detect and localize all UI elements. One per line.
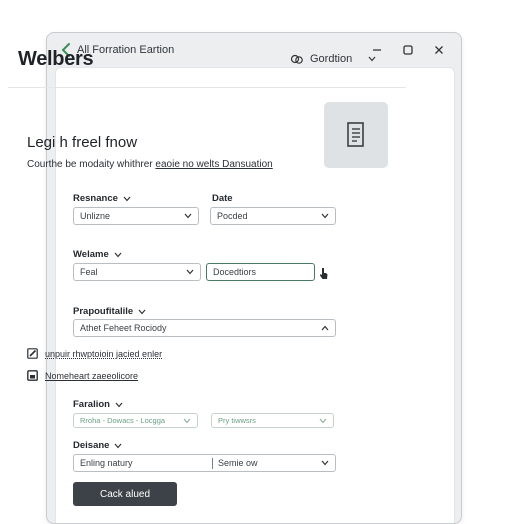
option-row-1[interactable]: unpuir rhwptoioin jacied enler [27, 348, 162, 359]
chevron-down-icon [115, 402, 123, 407]
preparation-label-text: Prapoufitalile [73, 306, 134, 317]
header-action-label: Gordtion [310, 53, 353, 65]
cursor-icon [320, 268, 328, 279]
edit-icon [27, 348, 38, 359]
deisane-select[interactable]: Enling natury Semie ow [73, 454, 336, 472]
chevron-down-icon [186, 269, 194, 275]
chevron-down-icon [319, 418, 327, 423]
title-bar: All Forration Eartion [47, 33, 461, 67]
description-text: Courthe be modaity whithrer [27, 159, 156, 170]
deisane-label: Deisane [73, 440, 122, 451]
date-label: Date [212, 193, 233, 204]
faration-label-text: Faralion [73, 399, 110, 410]
close-icon [435, 46, 443, 54]
chevron-down-icon [321, 213, 329, 219]
welame-select[interactable]: Feal [73, 263, 201, 281]
option-2-label: Nomeheart zaeeolicore [45, 370, 139, 381]
section-description: Courthe be modaity whithrer eaoie no wel… [27, 159, 273, 170]
chevron-down-icon [114, 443, 122, 448]
maximize-icon [403, 45, 413, 55]
maximize-button[interactable] [400, 42, 416, 58]
faration-select-left[interactable]: Rroha - Dowacs - Locgga [73, 413, 198, 428]
app-title: Welbers [18, 48, 94, 70]
checkbox-icon [27, 370, 38, 381]
chevron-up-icon [321, 325, 329, 331]
response-label: Resnance [73, 193, 131, 204]
option-1-label: unpuir rhwptoioin jacied enler [45, 348, 163, 359]
header-divider [8, 87, 406, 88]
close-button[interactable] [431, 42, 447, 58]
faration-label: Faralion [73, 399, 123, 410]
faration-value-left: Rroha - Dowacs - Locgga [80, 416, 166, 425]
deisane-value-right: Semie ow [218, 458, 258, 468]
deisane-label-text: Deisane [73, 440, 110, 451]
chevron-down-icon [123, 196, 131, 201]
date-select[interactable]: Pocded [210, 207, 336, 225]
search-input[interactable]: Docedtiors [206, 263, 315, 281]
chevron-down-icon [138, 309, 146, 314]
welame-value: Feal [80, 267, 98, 277]
search-value: Docedtiors [213, 267, 257, 277]
primary-button[interactable]: Cack alued [73, 482, 177, 506]
option-row-2[interactable]: Nomeheart zaeeolicore [27, 370, 138, 381]
chevron-down-icon [183, 418, 191, 423]
chevron-down-icon [368, 56, 376, 62]
faration-value-right: Pry tiwwsrs [218, 416, 256, 425]
preparation-select[interactable]: Athet Feheet Rociody [73, 319, 336, 337]
faration-select-right[interactable]: Pry tiwwsrs [211, 413, 334, 428]
description-link[interactable]: eaoie no welts Dansuation [155, 159, 272, 170]
welame-label-text: Welame [73, 249, 109, 260]
date-value: Pocded [217, 211, 248, 221]
response-label-text: Resnance [73, 193, 118, 204]
response-value: Unlizne [80, 211, 111, 221]
chevron-down-icon [184, 213, 192, 219]
chevron-down-icon [114, 252, 122, 257]
section-title: Legi h freel fnow [27, 134, 138, 151]
document-icon [347, 122, 364, 147]
welame-label: Welame [73, 249, 122, 260]
preparation-value: Athet Feheet Rociody [80, 323, 167, 333]
chevron-down-icon [321, 460, 329, 466]
deisane-value-left: Enling natury [80, 458, 133, 468]
field-divider [212, 457, 213, 469]
header-action-button[interactable]: Gordtion [290, 53, 376, 65]
link-icon [290, 54, 303, 64]
response-select[interactable]: Unlizne [73, 207, 199, 225]
document-thumbnail[interactable] [324, 102, 388, 168]
preparation-label: Prapoufitalile [73, 306, 146, 317]
